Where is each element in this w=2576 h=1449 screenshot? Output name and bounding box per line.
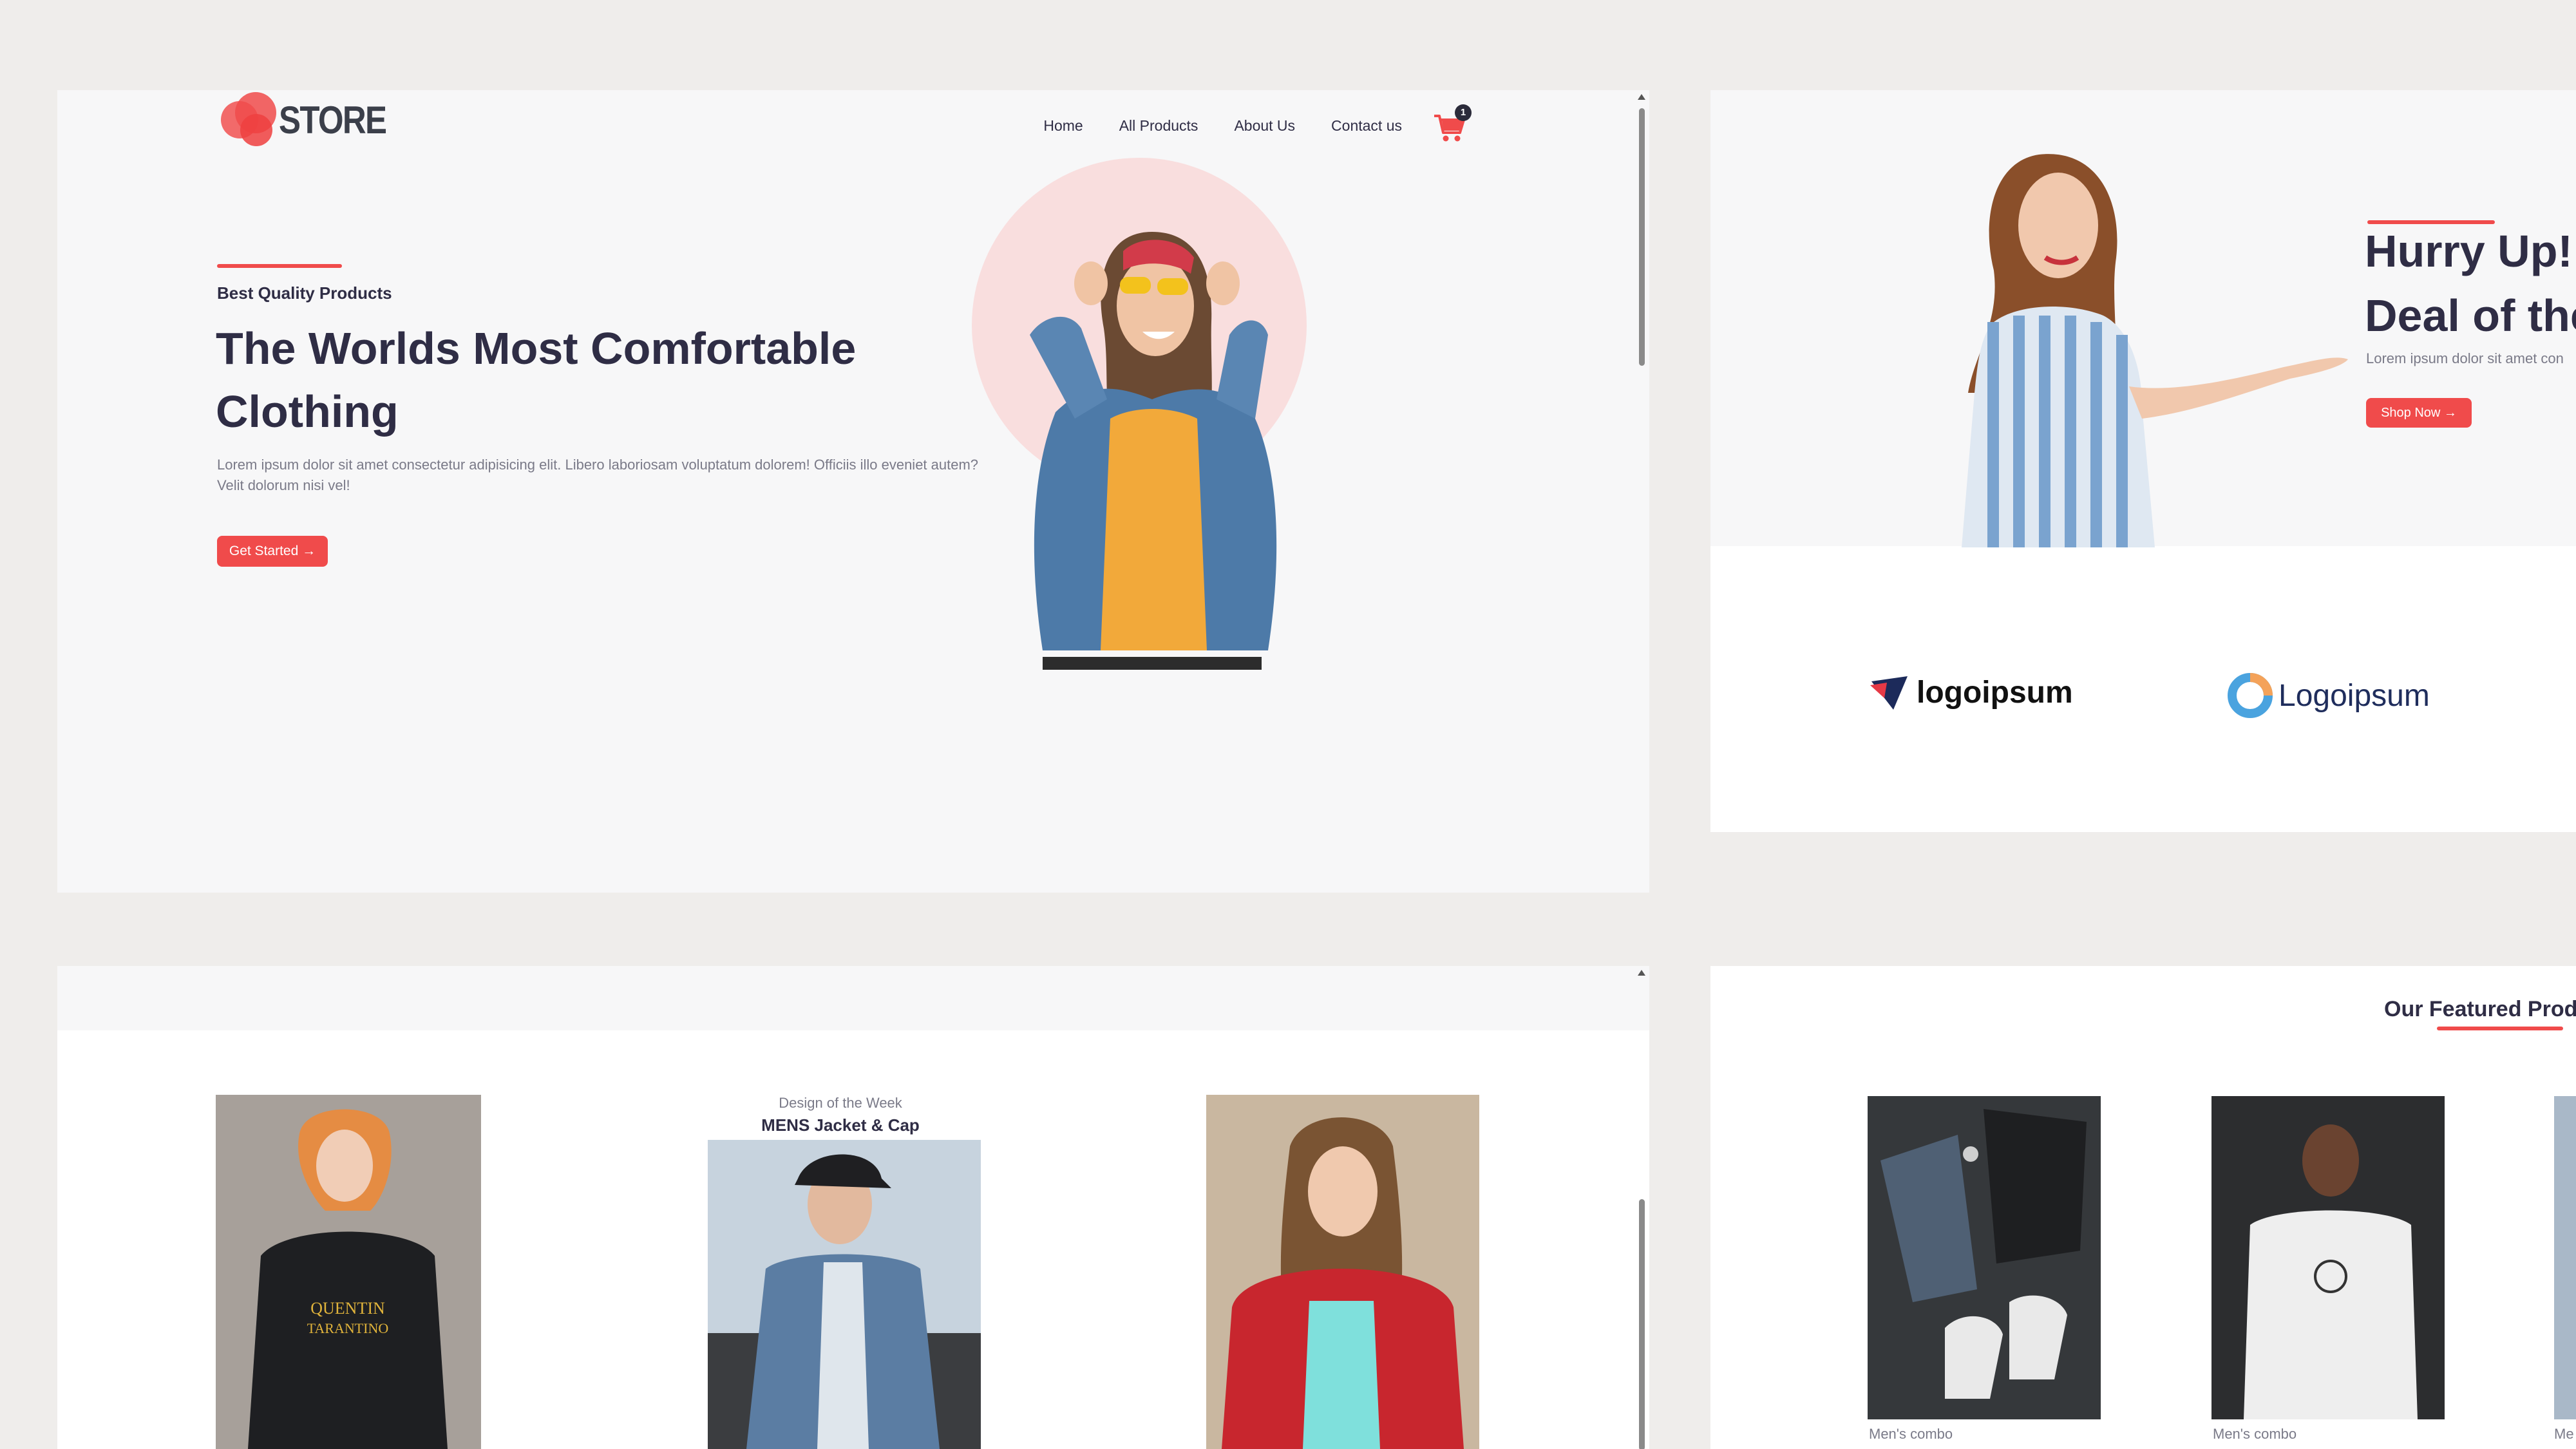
triangle-shield-icon xyxy=(1870,676,1908,710)
deal-title-line1: Hurry Up! xyxy=(2365,226,2573,276)
product-photo-jacket[interactable] xyxy=(708,1140,981,1449)
section-header-strip xyxy=(57,966,1649,1030)
eyebrow-accent-line xyxy=(217,264,342,268)
get-started-button[interactable]: Get Started → xyxy=(217,536,328,567)
hero-title: The Worlds Most Comfortable Clothing xyxy=(216,323,857,437)
svg-text:QUENTIN: QUENTIN xyxy=(310,1299,385,1318)
deal-title-line2: Deal of the xyxy=(2365,290,2576,341)
hero-eyebrow: Best Quality Products xyxy=(217,283,392,303)
ring-logo-icon xyxy=(2228,673,2273,718)
shop-now-button[interactable]: Shop Now → xyxy=(2366,398,2472,428)
design-of-week-kicker: Design of the Week xyxy=(779,1095,902,1111)
page-scrollbar[interactable] xyxy=(1634,90,1649,893)
scrollbar-thumb[interactable] xyxy=(1639,108,1645,366)
featured-title: Our Featured Produ xyxy=(2384,997,2576,1021)
mens-combo-flatlay-image xyxy=(1868,1096,2101,1419)
hero-screen: STORE Home All Products About Us Contact… xyxy=(57,90,1649,893)
product-card-3-image[interactable] xyxy=(2554,1096,2576,1419)
hero-model-image xyxy=(1030,232,1277,670)
hero-description: Lorem ipsum dolor sit amet consectetur a… xyxy=(217,457,979,493)
nav-about-us[interactable]: About Us xyxy=(1234,117,1295,135)
brand-logo-2-text: Logoipsum xyxy=(2278,678,2430,713)
product-card-2-image[interactable] xyxy=(2211,1096,2445,1419)
nav-home[interactable]: Home xyxy=(1043,117,1083,135)
product-card-3-label[interactable]: Me xyxy=(2554,1426,2574,1443)
nav-all-products[interactable]: All Products xyxy=(1119,117,1198,135)
design-of-week-screen: QUENTIN TARANTINO Design of the Week MEN… xyxy=(57,966,1649,1449)
product-card-1-image[interactable] xyxy=(1868,1096,2101,1419)
product-photo-tshirt[interactable]: QUENTIN TARANTINO xyxy=(216,1095,481,1449)
product-photo-red-jacket[interactable] xyxy=(1206,1095,1479,1449)
deal-screen: Hurry Up! Deal of the Lorem ipsum dolor … xyxy=(1710,90,2576,832)
deal-description: Lorem ipsum dolor sit amet con xyxy=(2366,350,2564,366)
brand-logo-1-text: logoipsum xyxy=(1917,675,2073,710)
design-of-week-title: MENS Jacket & Cap xyxy=(761,1115,920,1135)
page-scrollbar-2[interactable] xyxy=(1634,966,1649,1449)
deal-model-image xyxy=(1962,154,2348,547)
deal-title: Hurry Up! Deal of the xyxy=(2365,219,2576,348)
svg-text:TARANTINO: TARANTINO xyxy=(307,1320,389,1336)
logo-text: STORE xyxy=(279,98,387,142)
brand-logo-2[interactable]: Logoipsum xyxy=(2224,670,2430,721)
featured-accent-line xyxy=(2437,1027,2563,1030)
scroll-up-arrow-icon[interactable] xyxy=(1638,94,1645,100)
scrollbar-thumb-2[interactable] xyxy=(1639,1199,1645,1449)
scroll-up-arrow-icon[interactable] xyxy=(1638,970,1645,976)
featured-products-screen: Our Featured Produ Men's combo Men's com… xyxy=(1710,966,2576,1449)
nav-contact-us[interactable]: Contact us xyxy=(1331,117,1402,135)
red-jacket-model-image xyxy=(1206,1095,1479,1449)
tshirt-model-image: QUENTIN TARANTINO xyxy=(216,1095,481,1449)
jacket-model-image xyxy=(708,1140,981,1449)
product-card-2-label[interactable]: Men's combo xyxy=(2213,1426,2297,1443)
store-logo[interactable]: STORE xyxy=(221,92,405,147)
logo-mark xyxy=(221,92,276,147)
product-card-1-label[interactable]: Men's combo xyxy=(1869,1426,1953,1443)
cart-count-badge: 1 xyxy=(1455,104,1472,121)
mens-tshirt-model-image xyxy=(2211,1096,2445,1419)
brand-logo-1[interactable]: logoipsum xyxy=(1868,670,2073,715)
design-of-week-heading: Design of the Week MENS Jacket & Cap xyxy=(706,1095,974,1135)
main-nav: Home All Products About Us Contact us xyxy=(1043,117,1402,135)
